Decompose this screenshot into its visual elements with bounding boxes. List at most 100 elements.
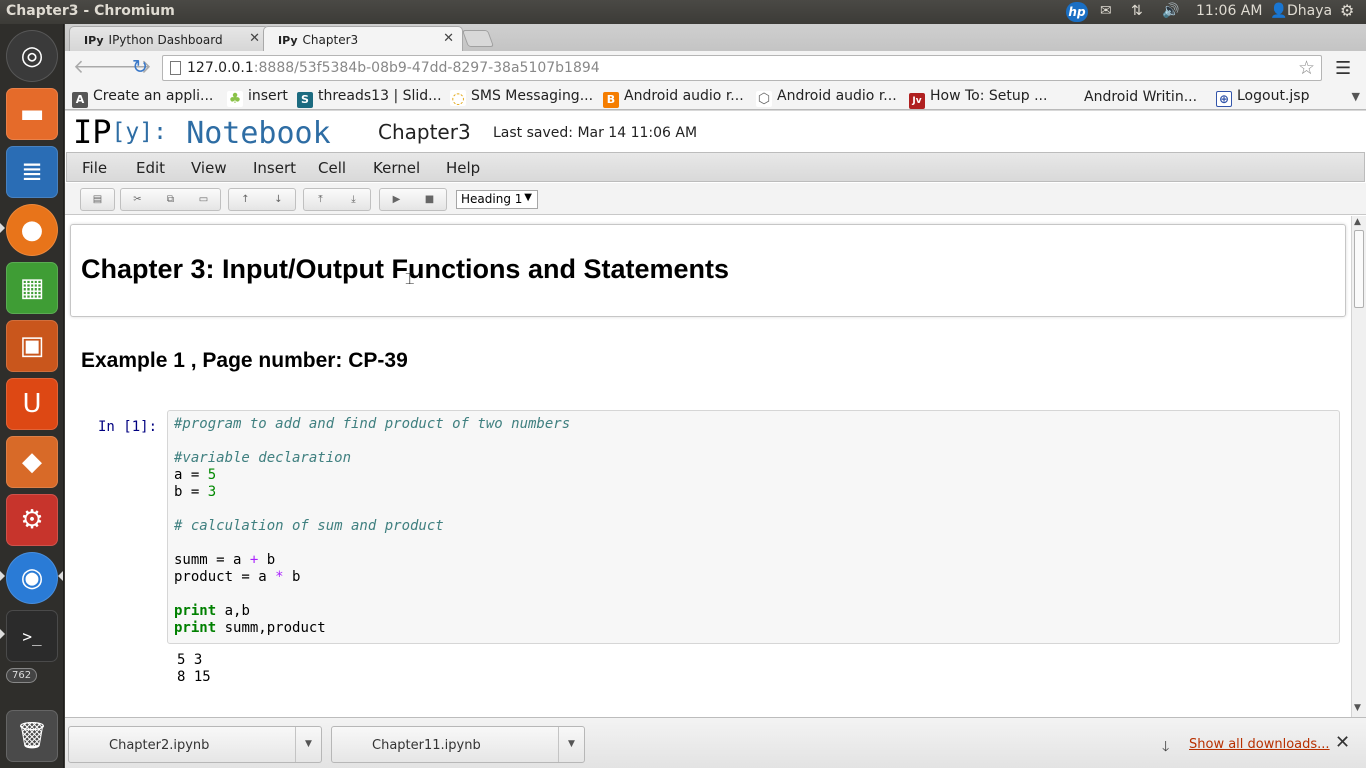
notebook-name[interactable]: Chapter3 — [378, 120, 471, 144]
impress-icon[interactable]: ▣ — [6, 320, 58, 372]
bookmark-item[interactable]: ⬡ Android audio r... — [756, 88, 897, 107]
close-icon[interactable]: ✕ — [249, 31, 260, 46]
bookmark-item[interactable]: A Create an appli... — [72, 88, 213, 108]
insert-below-icon[interactable]: ⤓ — [337, 189, 370, 210]
terminal-icon[interactable]: >_ — [6, 610, 58, 662]
menu-cell[interactable]: Cell — [318, 159, 346, 177]
code-line: print a,b — [174, 603, 1333, 620]
heading-cell-selected[interactable]: Chapter 3: Input/Output Functions and St… — [70, 224, 1346, 317]
bookmark-item[interactable]: ♣ insert — [227, 88, 288, 107]
clock[interactable]: 11:06 AM — [1196, 3, 1262, 19]
close-icon[interactable]: ✕ — [443, 31, 454, 46]
code-cell[interactable]: #program to add and find product of two … — [167, 410, 1340, 644]
output-line: 5 3 — [177, 652, 203, 668]
menu-help[interactable]: Help — [446, 159, 480, 177]
cut-copy-paste-group: ✂ ⧉ ▭ — [120, 188, 221, 211]
stop-icon[interactable]: ■ — [413, 189, 446, 210]
bookmark-item[interactable]: Android Writin... — [1063, 88, 1197, 105]
notebook-toolbar: ▤ ✂ ⧉ ▭ ↑ ↓ ⤒ ⤓ ▶ ■ Heading 1 ▼ — [65, 183, 1366, 215]
bookmark-label: Create an appli... — [93, 88, 214, 104]
bookmark-item[interactable]: B Android audio r... — [603, 88, 744, 108]
files-icon[interactable]: ▬ — [6, 88, 58, 140]
close-icon[interactable]: ✕ — [1335, 732, 1350, 753]
bookmark-item[interactable]: Jv How To: Setup ... — [909, 88, 1047, 109]
play-icon[interactable]: ▶ — [380, 189, 413, 210]
copy-icon[interactable]: ⧉ — [154, 189, 187, 210]
download-item[interactable]: Chapter2.ipynb ▼ — [68, 726, 322, 763]
bookmark-favicon: ⬡ — [756, 91, 772, 107]
bookmark-item[interactable]: ⊕ Logout.jsp — [1216, 88, 1309, 107]
save-button[interactable]: ▤ — [80, 188, 115, 211]
dash-home-icon[interactable]: ◎ — [6, 30, 58, 82]
menu-view[interactable]: View — [191, 159, 227, 177]
bookmark-favicon: B — [603, 92, 619, 108]
scroll-up-icon[interactable]: ▲ — [1354, 217, 1361, 227]
code-text: a,b — [216, 603, 250, 619]
back-icon[interactable]: 🡐 — [73, 57, 124, 79]
ubuntu-one-icon[interactable]: U — [6, 378, 58, 430]
save-icon: ▤ — [92, 194, 103, 205]
code-text: a = — [174, 467, 208, 483]
software-center-icon[interactable]: ◆ — [6, 436, 58, 488]
reload-icon[interactable]: ↻ — [129, 57, 151, 79]
new-tab-button[interactable] — [461, 30, 495, 47]
menu-icon[interactable]: ☰ — [1335, 58, 1351, 79]
bookmark-favicon: Jv — [909, 93, 925, 109]
show-all-downloads-link[interactable]: Show all downloads... — [1189, 737, 1330, 752]
menu-file[interactable]: File — [82, 159, 107, 177]
scroll-down-icon[interactable]: ▼ — [1354, 703, 1361, 713]
chevron-down-icon[interactable]: ▼ — [558, 727, 584, 762]
bookmark-favicon: ⊕ — [1216, 91, 1232, 107]
arrow-down-icon[interactable]: ↓ — [262, 189, 295, 210]
menu-insert[interactable]: Insert — [253, 159, 296, 177]
insert-above-icon[interactable]: ⤒ — [304, 189, 337, 210]
ipython-logo[interactable]: IP[y]: Notebook — [73, 113, 331, 151]
chevron-down-icon[interactable]: ▼ — [1352, 90, 1360, 103]
gear-icon[interactable]: ⚙ — [1340, 1, 1354, 20]
code-line: #variable declaration — [174, 450, 352, 466]
volume-icon[interactable]: 🔊 — [1162, 3, 1179, 19]
bookmark-label: Android audio r... — [624, 88, 744, 104]
chromium-icon[interactable]: ◉ — [6, 552, 58, 604]
user-name[interactable]: Dhaya — [1287, 3, 1332, 19]
running-indicator — [0, 571, 5, 581]
address-bar[interactable]: 127.0.0.1:8888/53f5384b-08b9-47dd-8297-3… — [162, 55, 1322, 81]
url-host: 127.0.0.1 — [187, 60, 254, 76]
output-line: 8 15 — [177, 669, 211, 685]
download-filename: Chapter11.ipynb — [372, 738, 481, 753]
cut-icon[interactable]: ✂ — [121, 189, 154, 210]
tab-ipython-dashboard[interactable]: IPy IPython Dashboard ✕ — [69, 26, 269, 51]
notebook-scrollbar[interactable]: ▲ ▼ — [1351, 216, 1366, 717]
bookmark-item[interactable]: ◌ SMS Messaging... — [450, 88, 593, 106]
bookmark-item[interactable]: Sthreads13 | Slid... — [297, 88, 442, 108]
menu-kernel[interactable]: Kernel — [373, 159, 420, 177]
hp-icon[interactable]: hp — [1066, 2, 1088, 22]
menu-edit[interactable]: Edit — [136, 159, 165, 177]
code-line: a = 5 — [174, 467, 1333, 484]
heading-2[interactable]: Example 1 , Page number: CP-39 — [81, 349, 408, 373]
forward-icon[interactable]: 🡒 — [101, 57, 152, 79]
cell-type-select[interactable]: Heading 1 ▼ — [456, 190, 538, 209]
bookmark-star-icon[interactable]: ☆ — [1298, 57, 1315, 79]
calc-icon[interactable]: ▦ — [6, 262, 58, 314]
focused-indicator — [58, 571, 63, 581]
bookmark-favicon: A — [72, 92, 88, 108]
download-icon: 🡓 — [1162, 739, 1170, 755]
bookmark-label: insert — [248, 88, 288, 104]
tab-chapter3[interactable]: IPy Chapter3 ✕ — [263, 26, 463, 51]
logo-notebook: Notebook — [186, 116, 331, 151]
launcher: ◎ ▬ ≣ ● ▦ ▣ U ◆ ⚙ ◉ >_ 762 🗑 — [0, 24, 64, 768]
tab-label: Chapter3 — [302, 33, 359, 47]
code-line: print summ,product — [174, 620, 1333, 637]
arrow-up-icon[interactable]: ↑ — [229, 189, 262, 210]
mail-icon[interactable]: ✉ — [1100, 3, 1112, 19]
chevron-down-icon[interactable]: ▼ — [295, 727, 321, 762]
trash-icon[interactable]: 🗑 — [6, 710, 58, 762]
network-icon[interactable]: ⇅ — [1131, 3, 1143, 19]
firefox-icon[interactable]: ● — [6, 204, 58, 256]
paste-icon[interactable]: ▭ — [187, 189, 220, 210]
system-settings-icon[interactable]: ⚙ — [6, 494, 58, 546]
download-item[interactable]: Chapter11.ipynb ▼ — [331, 726, 585, 763]
scroll-thumb[interactable] — [1354, 230, 1364, 308]
writer-icon[interactable]: ≣ — [6, 146, 58, 198]
